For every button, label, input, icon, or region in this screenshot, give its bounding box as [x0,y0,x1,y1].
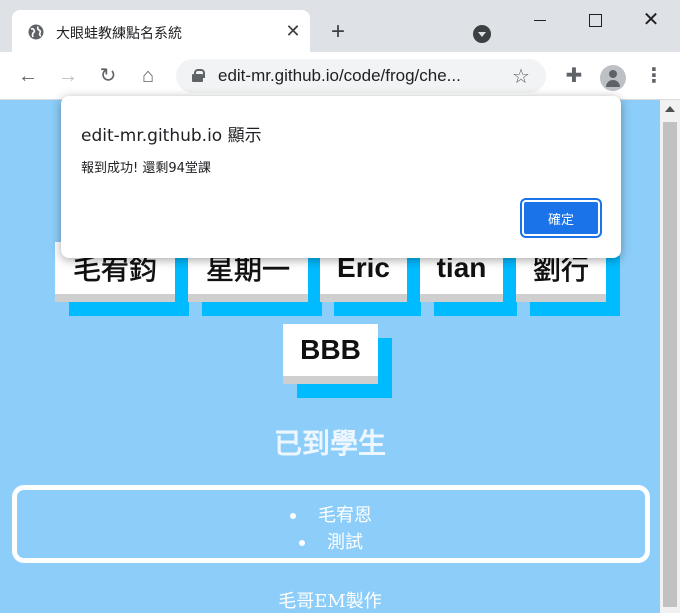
globe-icon [28,24,44,40]
home-icon[interactable]: ⌂ [136,64,160,88]
ok-button[interactable]: 確定 [522,200,600,236]
bullet-icon [299,540,305,546]
star-icon[interactable]: ☆ [512,64,530,89]
browser-toolbar: ← → ↻ ⌂ edit-mr.github.io/code/frog/che.… [0,52,680,100]
scrollbar[interactable] [660,100,680,613]
window-close-icon[interactable]: ✕ [636,8,666,32]
arrived-student-name: 測試 [327,532,363,553]
url-text[interactable]: edit-mr.github.io/code/frog/che... [218,66,461,86]
minimize-icon[interactable] [524,8,554,32]
reload-icon[interactable]: ↻ [96,64,120,88]
puzzle-icon[interactable]: ✚ [562,64,586,88]
arrived-student-name: 毛宥恩 [318,505,372,526]
tab-strip: 大眼蛙教練點名系統 ✕ + ✕ [0,0,680,52]
tab-title: 大眼蛙教練點名系統 [56,26,182,42]
student-card[interactable]: BBB [283,324,378,384]
alert-dialog: edit-mr.github.io 顯示 報到成功! 還剩94堂課 確定 [61,96,621,258]
arrived-list: 毛宥恩 測試 [12,485,650,563]
list-item: 毛宥恩 [17,501,645,527]
tab-search-icon[interactable] [473,25,491,43]
avatar-icon[interactable] [600,65,626,91]
kebab-menu-icon[interactable]: ⋮ [642,64,666,88]
browser-tab[interactable]: 大眼蛙教練點名系統 ✕ [12,10,310,52]
scroll-thumb[interactable] [663,122,677,607]
scroll-up-icon[interactable] [665,106,675,112]
address-bar[interactable]: edit-mr.github.io/code/frog/che... ☆ [176,59,546,93]
maximize-icon[interactable] [580,8,610,32]
close-tab-icon[interactable]: ✕ [284,22,302,40]
list-item: 測試 [17,528,645,554]
forward-arrow-icon[interactable]: → [56,64,80,88]
dialog-title: edit-mr.github.io 顯示 [81,126,262,146]
new-tab-icon[interactable]: + [328,20,348,44]
footer-credit: 毛哥EM製作 [278,591,382,612]
arrived-heading: 已到學生 [273,427,386,460]
lock-icon[interactable] [192,69,205,82]
bullet-icon [290,513,296,519]
dialog-message: 報到成功! 還剩94堂課 [81,161,211,176]
back-arrow-icon[interactable]: ← [16,64,40,88]
